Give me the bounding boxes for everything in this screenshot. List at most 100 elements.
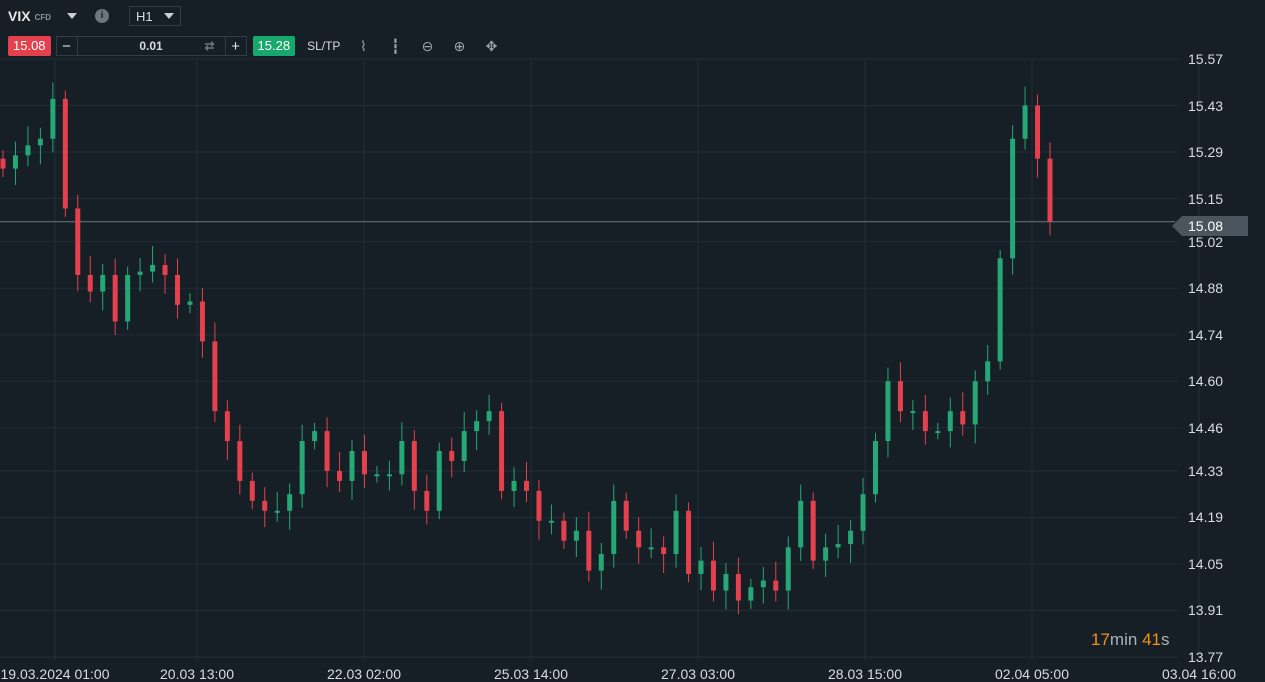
candle-body (760, 580, 766, 588)
candle-body (399, 441, 405, 475)
candle-body (449, 451, 455, 461)
candle-body (25, 145, 31, 156)
candle-body (561, 520, 567, 541)
line-chart-icon[interactable]: ⌇ (354, 38, 372, 55)
candle-body (835, 544, 841, 548)
candle-body (710, 560, 716, 591)
candle-body (723, 573, 729, 591)
candle-body (349, 451, 355, 481)
candle-body (287, 494, 293, 511)
candle-body (798, 500, 804, 548)
sell-button[interactable]: 15.08 (8, 36, 51, 56)
symbol-toolbar: VIX CFD i H1 (8, 5, 182, 27)
candle-body (972, 381, 978, 425)
candle-body (324, 431, 330, 471)
y-tick-label: 14.88 (1188, 280, 1224, 297)
candle-body (1047, 158, 1053, 222)
candle-body (199, 301, 205, 342)
y-tick-label: 13.77 (1188, 649, 1224, 665)
candle-body (648, 547, 654, 550)
y-tick-label: 14.46 (1188, 419, 1224, 436)
candle-body (636, 530, 642, 548)
candle-body (922, 411, 928, 432)
candle-body (910, 411, 916, 414)
candle-body (499, 411, 505, 491)
candle-body (112, 274, 118, 322)
quantity-input[interactable]: 0.01 ⇄ (76, 37, 226, 55)
x-tick-label: 02.04 05:00 (995, 666, 1069, 682)
candle-body (312, 431, 318, 442)
candle-body (885, 381, 891, 442)
candle-body (661, 547, 667, 555)
swap-icon[interactable]: ⇄ (204, 39, 214, 53)
timeframe-value: H1 (136, 8, 153, 24)
info-icon[interactable]: i (95, 9, 110, 23)
candle-body (686, 510, 692, 574)
candle-body (698, 560, 704, 574)
candle-body (386, 474, 392, 477)
candle-body (374, 474, 380, 477)
candles-icon[interactable]: ┇ (386, 38, 404, 55)
candle-body (873, 441, 878, 495)
quantity-stepper[interactable]: − 0.01 ⇄ + (55, 36, 247, 56)
candle-body (224, 411, 230, 442)
x-tick-label: 27.03 03:00 (661, 666, 735, 682)
candle-body (237, 441, 243, 481)
candle-body (162, 264, 168, 275)
candle-body (187, 301, 193, 305)
candle-body (897, 381, 903, 412)
x-tick-label: 28.03 15:00 (828, 666, 902, 682)
x-tick-label: 03.04 16:00 (1162, 666, 1236, 682)
candle-body (75, 208, 81, 275)
candle-body (548, 520, 554, 523)
candle-body (411, 441, 417, 491)
zoom-out-icon[interactable]: ⊖ (418, 38, 436, 55)
candle-body (262, 500, 268, 511)
symbol-name[interactable]: VIX (8, 8, 31, 24)
timeframe-select[interactable]: H1 (129, 6, 182, 26)
y-tick-label: 14.19 (1188, 509, 1224, 526)
candle-body (960, 411, 966, 425)
candle-body (823, 547, 829, 561)
candle-body (100, 274, 106, 292)
candle-body (511, 480, 517, 491)
y-tick-label: 15.57 (1188, 51, 1224, 67)
candle-body (274, 510, 280, 513)
symbol-dropdown-icon[interactable] (67, 13, 78, 19)
candle-timer: 17min 41s (1091, 630, 1170, 649)
candle-body (461, 431, 467, 461)
decrease-button[interactable]: − (57, 38, 77, 55)
y-tick-label: 13.91 (1188, 602, 1224, 619)
candle-body (37, 138, 43, 146)
candle-body (50, 98, 56, 139)
increase-button[interactable]: + (226, 38, 246, 55)
candle-body (436, 451, 442, 511)
x-tick-label: 20.03 13:00 (160, 666, 234, 682)
y-tick-label: 15.29 (1188, 144, 1224, 161)
candle-body (524, 480, 529, 491)
candle-body (1022, 105, 1028, 139)
candle-body (947, 411, 953, 432)
candle-body (611, 500, 617, 555)
y-tick-label: 14.05 (1188, 555, 1224, 572)
candle-body (0, 158, 6, 169)
candle-body (536, 490, 542, 521)
sltp-button[interactable]: SL/TP (307, 39, 340, 53)
y-tick-label: 15.43 (1188, 97, 1224, 114)
y-tick-label: 14.74 (1188, 326, 1224, 343)
buy-button[interactable]: 15.28 (252, 36, 296, 56)
candle-body (137, 271, 143, 275)
candle-body (212, 341, 218, 412)
candle-body (598, 554, 604, 571)
y-tick-label: 14.33 (1188, 462, 1224, 479)
x-tick-label: 25.03 14:00 (494, 666, 568, 682)
candle-body (150, 264, 156, 272)
candle-body (62, 98, 68, 209)
candle-body (424, 490, 430, 511)
candle-body (337, 470, 343, 481)
x-tick-label: 22.03 02:00 (327, 666, 401, 682)
zoom-in-icon[interactable]: ⊕ (450, 38, 468, 55)
candle-body (1035, 105, 1041, 159)
move-icon[interactable]: ✥ (482, 38, 500, 55)
price-chart[interactable] (0, 0, 1265, 682)
